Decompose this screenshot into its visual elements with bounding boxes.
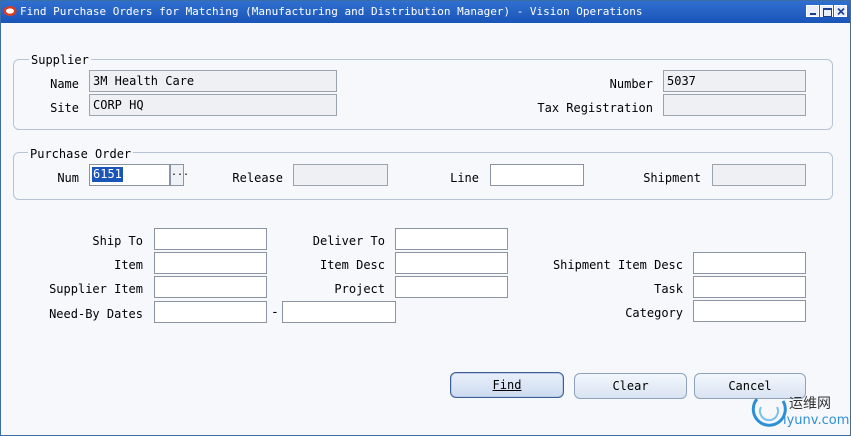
close-button[interactable] bbox=[834, 5, 847, 17]
ship-to-field[interactable] bbox=[154, 228, 267, 250]
release-field[interactable] bbox=[293, 164, 388, 186]
need-by-date-to-field[interactable] bbox=[282, 301, 396, 323]
supplier-number-field[interactable] bbox=[663, 70, 806, 92]
project-label: Project bbox=[334, 282, 385, 296]
find-button-label: Find bbox=[492, 378, 522, 392]
window-title: Find Purchase Orders for Matching (Manuf… bbox=[20, 5, 643, 18]
supplier-site-label: Site bbox=[50, 101, 79, 115]
supplier-section-label: Supplier bbox=[29, 53, 91, 67]
supplier-site-field[interactable] bbox=[89, 94, 337, 116]
watermark-line2: iyunv.com bbox=[783, 413, 850, 428]
watermark-logo: 运维网 iyunv.com bbox=[749, 389, 851, 435]
po-num-label: Num bbox=[57, 171, 79, 185]
deliver-to-field[interactable] bbox=[395, 228, 508, 250]
po-num-field[interactable]: 6151 bbox=[89, 164, 170, 186]
category-label: Category bbox=[625, 306, 683, 320]
ship-to-label: Ship To bbox=[92, 234, 143, 248]
tax-registration-label: Tax Registration bbox=[537, 101, 653, 115]
maximize-button[interactable] bbox=[820, 5, 833, 17]
ellipsis-icon: ... bbox=[171, 167, 190, 178]
find-button[interactable]: Find bbox=[450, 372, 564, 398]
title-bar[interactable]: Find Purchase Orders for Matching (Manuf… bbox=[1, 1, 850, 23]
tax-registration-field[interactable] bbox=[663, 94, 806, 116]
task-field[interactable] bbox=[693, 276, 806, 298]
supplier-item-label: Supplier Item bbox=[49, 282, 143, 296]
supplier-number-label: Number bbox=[609, 77, 653, 91]
line-field[interactable] bbox=[490, 164, 584, 186]
supplier-name-label: Name bbox=[50, 77, 79, 91]
clear-button-label: Clear bbox=[612, 379, 649, 393]
close-icon bbox=[837, 8, 845, 15]
category-field[interactable] bbox=[693, 300, 806, 322]
need-by-dates-label: Need-By Dates bbox=[49, 307, 143, 321]
clear-button[interactable]: Clear bbox=[574, 373, 687, 399]
maximize-icon bbox=[823, 8, 832, 17]
shipment-item-desc-label: Shipment Item Desc bbox=[552, 258, 683, 272]
purchase-order-section-label: Purchase Order bbox=[28, 147, 134, 161]
oracle-logo-icon bbox=[3, 6, 17, 16]
item-desc-field[interactable] bbox=[395, 252, 508, 274]
item-desc-label: Item Desc bbox=[319, 258, 385, 272]
need-by-date-from-field[interactable] bbox=[154, 301, 267, 323]
shipment-label: Shipment bbox=[643, 171, 701, 185]
minimize-icon bbox=[810, 13, 816, 15]
deliver-to-label: Deliver To bbox=[312, 234, 385, 248]
shipment-field[interactable] bbox=[712, 164, 806, 186]
item-label: Item bbox=[114, 258, 143, 272]
po-num-selected-value: 6151 bbox=[92, 167, 123, 182]
po-num-lov-button[interactable]: ... bbox=[170, 164, 189, 186]
minimize-button[interactable] bbox=[806, 5, 819, 17]
item-field[interactable] bbox=[154, 252, 267, 274]
supplier-item-field[interactable] bbox=[154, 276, 267, 298]
watermark-line1: 运维网 bbox=[789, 396, 831, 412]
find-po-window: Find Purchase Orders for Matching (Manuf… bbox=[0, 0, 851, 436]
supplier-name-field[interactable] bbox=[89, 70, 337, 92]
task-label: Task bbox=[654, 282, 683, 296]
shipment-item-desc-field[interactable] bbox=[693, 252, 806, 274]
release-label: Release bbox=[232, 171, 283, 185]
date-range-separator: - bbox=[271, 305, 279, 320]
project-field[interactable] bbox=[395, 276, 508, 298]
line-label: Line bbox=[450, 171, 479, 185]
